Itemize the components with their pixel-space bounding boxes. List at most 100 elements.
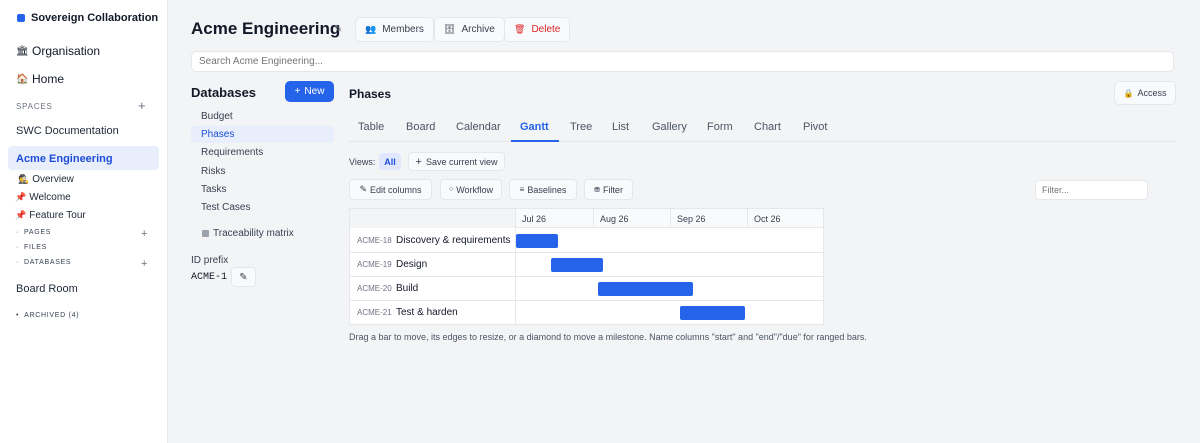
- database-item-test-cases[interactable]: Test Cases: [191, 199, 334, 216]
- page-welcome[interactable]: 📌 Welcome: [15, 192, 71, 203]
- gantt-month: Jul 26: [515, 209, 593, 228]
- tab-chart[interactable]: Chart: [754, 121, 781, 133]
- bullet-icon: ·: [16, 229, 20, 236]
- space-acme-engineering[interactable]: Acme Engineering: [8, 146, 159, 170]
- filter-input[interactable]: [1035, 180, 1148, 200]
- traceability-matrix-label: Traceability matrix: [213, 228, 294, 239]
- gantt-chart: Jul 26 Aug 26 Sep 26 Oct 26 ACME-18 Disc…: [349, 208, 824, 325]
- section-files[interactable]: · FILES: [16, 244, 47, 251]
- baselines-button[interactable]: ≡ Baselines: [509, 179, 577, 200]
- nav-organisation-label: Organisation: [32, 44, 101, 58]
- tab-gallery[interactable]: Gallery: [652, 121, 687, 133]
- gantt-row[interactable]: ACME-21 Test & harden: [350, 301, 823, 325]
- home-icon: 🏠: [16, 73, 29, 85]
- id-prefix-value: ACME-1: [191, 272, 228, 283]
- filter-button[interactable]: ⛃ Filter: [584, 179, 633, 200]
- delete-label: Delete: [531, 24, 561, 35]
- traceability-matrix-link[interactable]: Traceability matrix: [202, 228, 294, 239]
- tab-calendar[interactable]: Calendar: [456, 121, 501, 133]
- gantt-bar[interactable]: [551, 258, 603, 272]
- add-space-button[interactable]: +: [138, 99, 146, 112]
- pencil-icon: ✎: [359, 184, 367, 194]
- section-databases[interactable]: · DATABASES: [16, 259, 71, 266]
- page-feature-tour[interactable]: 📌 Feature Tour: [15, 210, 86, 221]
- tab-board[interactable]: Board: [406, 121, 435, 133]
- space-board-room[interactable]: Board Room: [16, 283, 78, 295]
- workflow-icon: ○: [448, 186, 454, 193]
- add-page-button[interactable]: +: [141, 229, 147, 240]
- tab-tree[interactable]: Tree: [570, 121, 592, 133]
- gantt-row-id: ACME-20: [357, 284, 392, 293]
- workflow-label: Workflow: [456, 184, 494, 195]
- gantt-header-corner: [350, 209, 516, 228]
- tab-list[interactable]: List: [612, 121, 629, 133]
- access-button[interactable]: 🔒 Access: [1114, 81, 1176, 105]
- bullet-icon: ·: [16, 259, 20, 266]
- gantt-row[interactable]: ACME-19 Design: [350, 253, 823, 277]
- tab-gantt[interactable]: Gantt: [520, 121, 549, 133]
- view-all-chip[interactable]: All: [379, 153, 401, 170]
- archive-button[interactable]: 🗄 Archive: [434, 17, 505, 42]
- database-item-budget[interactable]: Budget: [191, 108, 334, 125]
- tab-form[interactable]: Form: [707, 121, 733, 133]
- space-overview[interactable]: 🕵 Overview: [18, 174, 74, 185]
- overview-icon: 🕵: [18, 174, 30, 184]
- gantt-divider: [515, 253, 516, 277]
- gantt-row-name: Design: [396, 259, 428, 270]
- members-icon: 👥: [365, 24, 377, 34]
- gantt-month: Aug 26: [593, 209, 670, 228]
- trash-icon: 🗑: [514, 24, 526, 34]
- id-prefix-label: ID prefix: [191, 255, 229, 266]
- database-item-tasks[interactable]: Tasks: [191, 181, 334, 198]
- tab-pivot[interactable]: Pivot: [803, 121, 827, 133]
- nav-home[interactable]: 🏠 Home: [16, 72, 64, 86]
- sidebar: Sovereign Collaboration 🏛 Organisation 🏠…: [0, 0, 168, 443]
- baselines-label: Baselines: [527, 184, 567, 195]
- plus-icon: +: [294, 86, 301, 97]
- nav-home-label: Home: [32, 72, 65, 86]
- database-item-phases[interactable]: Phases: [191, 126, 334, 143]
- gantt-divider: [515, 277, 516, 301]
- members-button[interactable]: 👥 Members: [355, 17, 434, 42]
- gantt-bar[interactable]: [516, 234, 558, 248]
- building-icon: 🏛: [16, 45, 29, 57]
- pin-icon: 📌: [15, 210, 27, 220]
- gantt-bar[interactable]: [680, 306, 745, 320]
- views-label: Views:: [349, 157, 376, 167]
- workflow-button[interactable]: ○ Workflow: [440, 179, 502, 200]
- archived-toggle[interactable]: • ARCHIVED (4): [16, 312, 79, 319]
- new-database-label: New: [304, 86, 325, 97]
- pin-icon: 📌: [15, 192, 27, 202]
- brand[interactable]: Sovereign Collaboration: [17, 12, 158, 24]
- gantt-month: Oct 26: [747, 209, 824, 228]
- gantt-bar[interactable]: [598, 282, 693, 296]
- gantt-divider: [515, 301, 516, 325]
- members-label: Members: [382, 24, 424, 35]
- matrix-icon: [202, 230, 209, 237]
- archive-icon: 🗄: [444, 24, 456, 34]
- page-title: Acme Engineering: [191, 19, 341, 38]
- space-overview-label: Overview: [32, 174, 74, 185]
- delete-button[interactable]: 🗑 Delete: [504, 17, 571, 42]
- tab-table[interactable]: Table: [358, 121, 384, 133]
- rename-pencil-icon[interactable]: ✎: [334, 24, 342, 35]
- gantt-row-name: Discovery & requirements: [396, 235, 511, 246]
- gantt-row[interactable]: ACME-18 Discovery & requirements: [350, 229, 823, 253]
- section-pages-label: PAGES: [24, 229, 52, 236]
- gantt-row[interactable]: ACME-20 Build: [350, 277, 823, 301]
- active-tab-indicator: [511, 140, 559, 142]
- filter-icon: ⛃: [594, 186, 600, 194]
- section-pages[interactable]: · PAGES: [16, 229, 51, 236]
- gantt-header: Jul 26 Aug 26 Sep 26 Oct 26: [350, 209, 824, 228]
- database-item-risks[interactable]: Risks: [191, 163, 334, 180]
- main-content: Acme Engineering ✎ 👥 Members 🗄 Archive 🗑…: [169, 0, 1200, 443]
- add-database-button[interactable]: +: [141, 259, 147, 270]
- search-input[interactable]: [191, 51, 1174, 72]
- space-swc-documentation[interactable]: SWC Documentation: [16, 125, 119, 137]
- new-database-button[interactable]: + New: [285, 81, 334, 102]
- edit-columns-button[interactable]: ✎ Edit columns: [349, 179, 432, 200]
- database-item-requirements[interactable]: Requirements: [191, 144, 334, 161]
- nav-organisation[interactable]: 🏛 Organisation: [16, 44, 100, 58]
- save-current-view-button[interactable]: + Save current view: [408, 152, 505, 171]
- edit-id-prefix-button[interactable]: ✎: [231, 267, 256, 287]
